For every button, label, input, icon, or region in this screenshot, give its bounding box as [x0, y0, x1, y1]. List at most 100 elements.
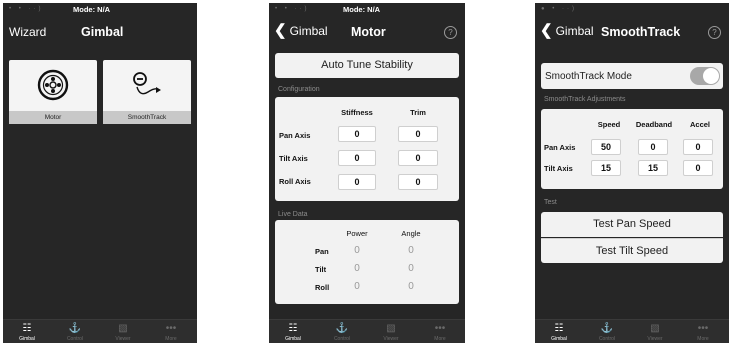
back-button[interactable]: ❮ Gimbal: [274, 22, 328, 39]
pan-deadband-input[interactable]: 0: [638, 139, 668, 155]
pan-stiffness-input[interactable]: 0: [338, 126, 376, 142]
status-icons: • • ··): [9, 6, 44, 12]
tab-more[interactable]: ••• More: [688, 323, 718, 342]
mode-status: Mode: N/A: [343, 5, 381, 14]
configuration-header: Configuration: [278, 86, 320, 93]
page-title: SmoothTrack: [601, 25, 681, 39]
roll-trim-input[interactable]: 0: [398, 174, 438, 190]
auto-tune-button[interactable]: Auto Tune Stability: [275, 53, 459, 78]
tab-label: More: [434, 336, 446, 342]
tab-bar: ☷ Gimbal ⚓ Control ▧ Viewer ••• More: [535, 319, 729, 343]
tilt-speed-input[interactable]: 15: [591, 160, 621, 176]
tab-label: Viewer: [647, 336, 663, 342]
row-label-pan-axis: Pan Axis: [544, 143, 576, 152]
column-header-speed: Speed: [597, 120, 621, 129]
more-icon: •••: [165, 323, 177, 334]
viewer-icon: ▧: [118, 323, 128, 334]
live-row-label-roll: Roll: [315, 283, 330, 292]
tilt-power-value: 0: [354, 263, 360, 274]
tilt-accel-input[interactable]: 0: [683, 160, 713, 176]
viewer-icon: ▧: [386, 323, 396, 334]
nav-bar: ❮ Gimbal SmoothTrack ?: [535, 17, 729, 47]
test-tilt-speed-button[interactable]: Test Tilt Speed: [541, 238, 723, 263]
column-header-deadband: Deadband: [635, 120, 673, 129]
tab-control[interactable]: ⚓ Control: [592, 323, 622, 342]
roll-angle-value: 0: [408, 281, 414, 292]
back-label: Gimbal: [555, 24, 594, 38]
help-icon[interactable]: ?: [708, 26, 721, 39]
tab-label: Gimbal: [285, 336, 301, 342]
tab-label: Control: [598, 336, 616, 342]
gimbal-icon: ☷: [288, 323, 298, 334]
tilt-trim-input[interactable]: 0: [398, 150, 438, 166]
pan-power-value: 0: [354, 245, 360, 256]
tab-bar: ☷ Gimbal ⚓ Control ▧ Viewer ••• More: [269, 319, 465, 343]
smoothtrack-tile[interactable]: SmoothTrack: [103, 60, 191, 124]
smoothtrack-screen: ● • ··) ❮ Gimbal SmoothTrack ? SmoothTra…: [535, 3, 729, 343]
column-header-trim: Trim: [410, 108, 426, 117]
column-header-accel: Accel: [689, 120, 710, 129]
test-header: Test: [544, 199, 557, 206]
page-title: Motor: [351, 25, 386, 39]
roll-power-value: 0: [354, 281, 360, 292]
live-row-label-pan: Pan: [315, 247, 329, 256]
chevron-left-icon: ❮: [274, 22, 287, 39]
smoothtrack-mode-label: SmoothTrack Mode: [545, 71, 632, 82]
tilt-angle-value: 0: [408, 263, 414, 274]
row-label-pan-axis: Pan Axis: [279, 131, 311, 140]
more-icon: •••: [434, 323, 446, 334]
tab-label: More: [165, 336, 177, 342]
gimbal-icon: ☷: [22, 323, 32, 334]
roll-stiffness-input[interactable]: 0: [338, 174, 376, 190]
tab-more[interactable]: ••• More: [425, 323, 455, 342]
pan-trim-input[interactable]: 0: [398, 126, 438, 142]
smoothtrack-mode-toggle[interactable]: [690, 67, 720, 85]
gimbal-screen: • • ··) Mode: N/A Wizard Gimbal Motor Sm…: [3, 3, 197, 343]
row-label-roll-axis: Roll Axis: [279, 177, 311, 186]
joystick-icon: ⚓: [600, 323, 614, 334]
tile-label-smoothtrack: SmoothTrack: [103, 111, 191, 124]
status-icons: • • ··): [275, 6, 310, 12]
pan-angle-value: 0: [408, 245, 414, 256]
tab-label: Gimbal: [19, 336, 35, 342]
tab-viewer[interactable]: ▧ Viewer: [640, 323, 670, 342]
column-header-angle: Angle: [401, 229, 421, 238]
mode-status: Mode: N/A: [73, 5, 111, 14]
help-icon[interactable]: ?: [444, 26, 457, 39]
tilt-stiffness-input[interactable]: 0: [338, 150, 376, 166]
motor-icon: [37, 69, 69, 101]
tab-viewer[interactable]: ▧ Viewer: [376, 323, 406, 342]
nav-bar: ❮ Gimbal Motor ?: [269, 17, 465, 47]
tab-control[interactable]: ⚓ Control: [60, 323, 90, 342]
back-label: Gimbal: [289, 24, 328, 38]
status-bar: ● • ··): [535, 3, 729, 17]
joystick-icon: ⚓: [68, 323, 82, 334]
tab-label: Control: [66, 336, 84, 342]
back-button[interactable]: ❮ Gimbal: [540, 23, 594, 38]
pan-speed-input[interactable]: 50: [591, 139, 621, 155]
status-bar: • • ··) Mode: N/A: [3, 3, 197, 17]
tab-viewer[interactable]: ▧ Viewer: [108, 323, 138, 342]
page-title: Gimbal: [81, 25, 124, 39]
wizard-button[interactable]: Wizard: [9, 25, 46, 39]
live-row-label-tilt: Tilt: [315, 265, 327, 274]
configuration-panel: Stiffness Trim Pan Axis 0 0 Tilt Axis 0 …: [275, 97, 459, 201]
gimbal-icon: ☷: [554, 323, 564, 334]
tab-label: More: [697, 336, 709, 342]
smoothtrack-icon: [133, 72, 161, 95]
tab-gimbal[interactable]: ☷ Gimbal: [278, 323, 308, 342]
tab-more[interactable]: ••• More: [156, 323, 186, 342]
row-label-tilt-axis: Tilt Axis: [544, 164, 573, 173]
live-data-header: Live Data: [278, 211, 308, 218]
tab-control[interactable]: ⚓ Control: [327, 323, 357, 342]
tab-gimbal[interactable]: ☷ Gimbal: [12, 323, 42, 342]
joystick-icon: ⚓: [335, 323, 349, 334]
motor-tile[interactable]: Motor: [9, 60, 97, 124]
pan-accel-input[interactable]: 0: [683, 139, 713, 155]
toggle-knob: [703, 68, 719, 84]
column-header-power: Power: [346, 229, 368, 238]
tilt-deadband-input[interactable]: 15: [638, 160, 668, 176]
tab-gimbal[interactable]: ☷ Gimbal: [544, 323, 574, 342]
test-pan-speed-button[interactable]: Test Pan Speed: [541, 212, 723, 237]
motor-screen: • • ··) Mode: N/A ❮ Gimbal Motor ? Auto …: [269, 3, 465, 343]
